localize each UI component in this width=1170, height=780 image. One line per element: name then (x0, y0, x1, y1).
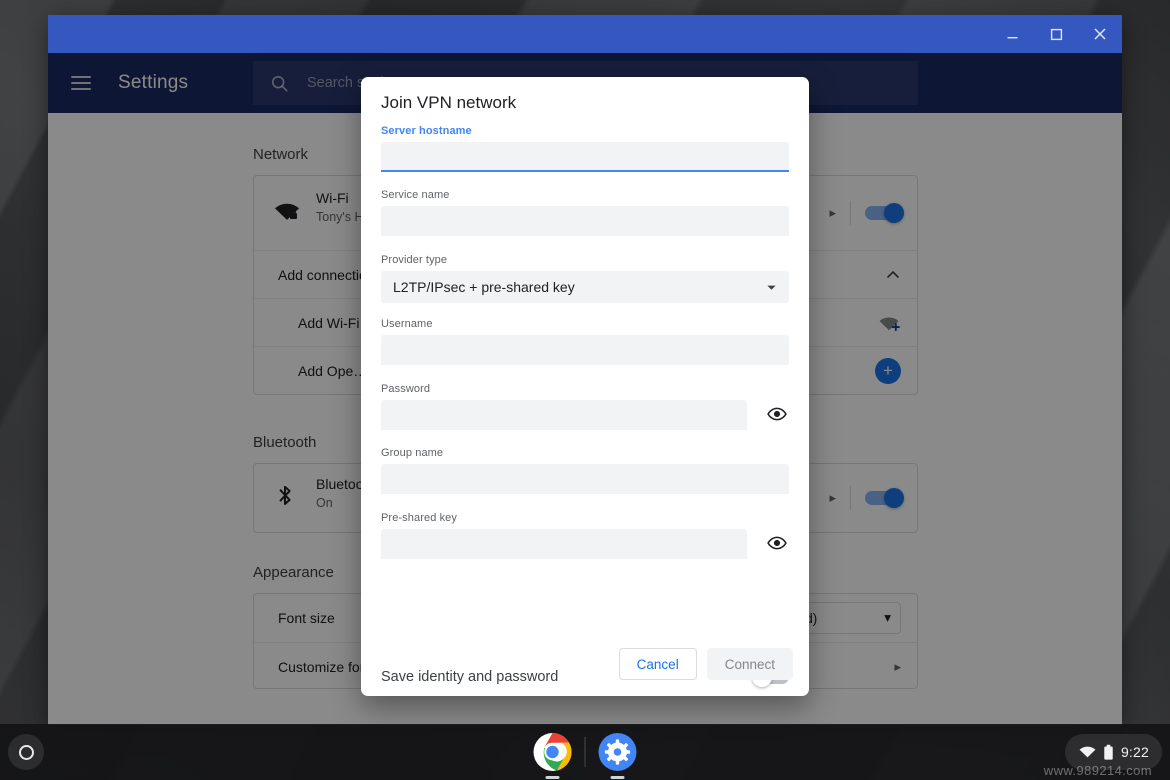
field-provider-type-label: Provider type (381, 254, 789, 266)
pre-shared-key-input[interactable] (381, 529, 747, 559)
field-server-hostname: Server hostname (381, 125, 789, 172)
field-group-name: Group name (381, 447, 789, 494)
field-username-label: Username (381, 318, 789, 330)
field-provider-type: Provider type L2TP/IPsec + pre-shared ke… (381, 254, 789, 303)
field-group-name-label: Group name (381, 447, 789, 459)
field-server-hostname-label: Server hostname (381, 125, 789, 137)
close-button[interactable] (1078, 15, 1122, 53)
save-identity-label: Save identity and password (381, 669, 558, 685)
field-pre-shared-key-label: Pre-shared key (381, 512, 789, 524)
shelf-divider (585, 737, 586, 767)
eye-visibility-icon[interactable] (765, 531, 789, 555)
eye-visibility-icon[interactable] (765, 402, 789, 426)
field-pre-shared-key: Pre-shared key (381, 512, 789, 559)
app-active-indicator (546, 776, 560, 779)
close-icon (1093, 27, 1107, 41)
field-password: Password (381, 383, 789, 430)
dialog-title: Join VPN network (381, 93, 516, 113)
field-password-label: Password (381, 383, 789, 395)
username-input[interactable] (381, 335, 789, 365)
shelf-app-list (531, 730, 640, 774)
cancel-button[interactable]: Cancel (619, 648, 697, 680)
password-input[interactable] (381, 400, 747, 430)
battery-icon (1103, 744, 1114, 761)
minimize-button[interactable] (990, 15, 1034, 53)
connect-button[interactable]: Connect (707, 648, 793, 680)
field-service-name: Service name (381, 189, 789, 236)
settings-gear-icon[interactable] (596, 730, 640, 774)
clock: 9:22 (1121, 744, 1149, 760)
service-name-input[interactable] (381, 206, 789, 236)
window-titlebar (48, 15, 1122, 53)
launcher-circle-icon[interactable] (8, 734, 44, 770)
wifi-icon (1079, 745, 1096, 759)
server-hostname-input[interactable] (381, 142, 789, 172)
chevron-down-icon (765, 281, 778, 294)
chrome-icon[interactable] (531, 730, 575, 774)
join-vpn-dialog: Join VPN network Server hostname Service… (361, 77, 809, 696)
app-active-indicator (611, 776, 625, 779)
maximize-button[interactable] (1034, 15, 1078, 53)
watermark: www.989214.com (1044, 763, 1152, 778)
provider-type-value: L2TP/IPsec + pre-shared key (393, 279, 575, 295)
minimize-icon (1006, 28, 1019, 41)
field-username: Username (381, 318, 789, 365)
maximize-icon (1050, 28, 1063, 41)
field-service-name-label: Service name (381, 189, 789, 201)
provider-type-select[interactable]: L2TP/IPsec + pre-shared key (381, 271, 789, 303)
chromeos-shelf: 9:22 www.989214.com (0, 724, 1170, 780)
dialog-actions: Cancel Connect (619, 648, 793, 680)
group-name-input[interactable] (381, 464, 789, 494)
